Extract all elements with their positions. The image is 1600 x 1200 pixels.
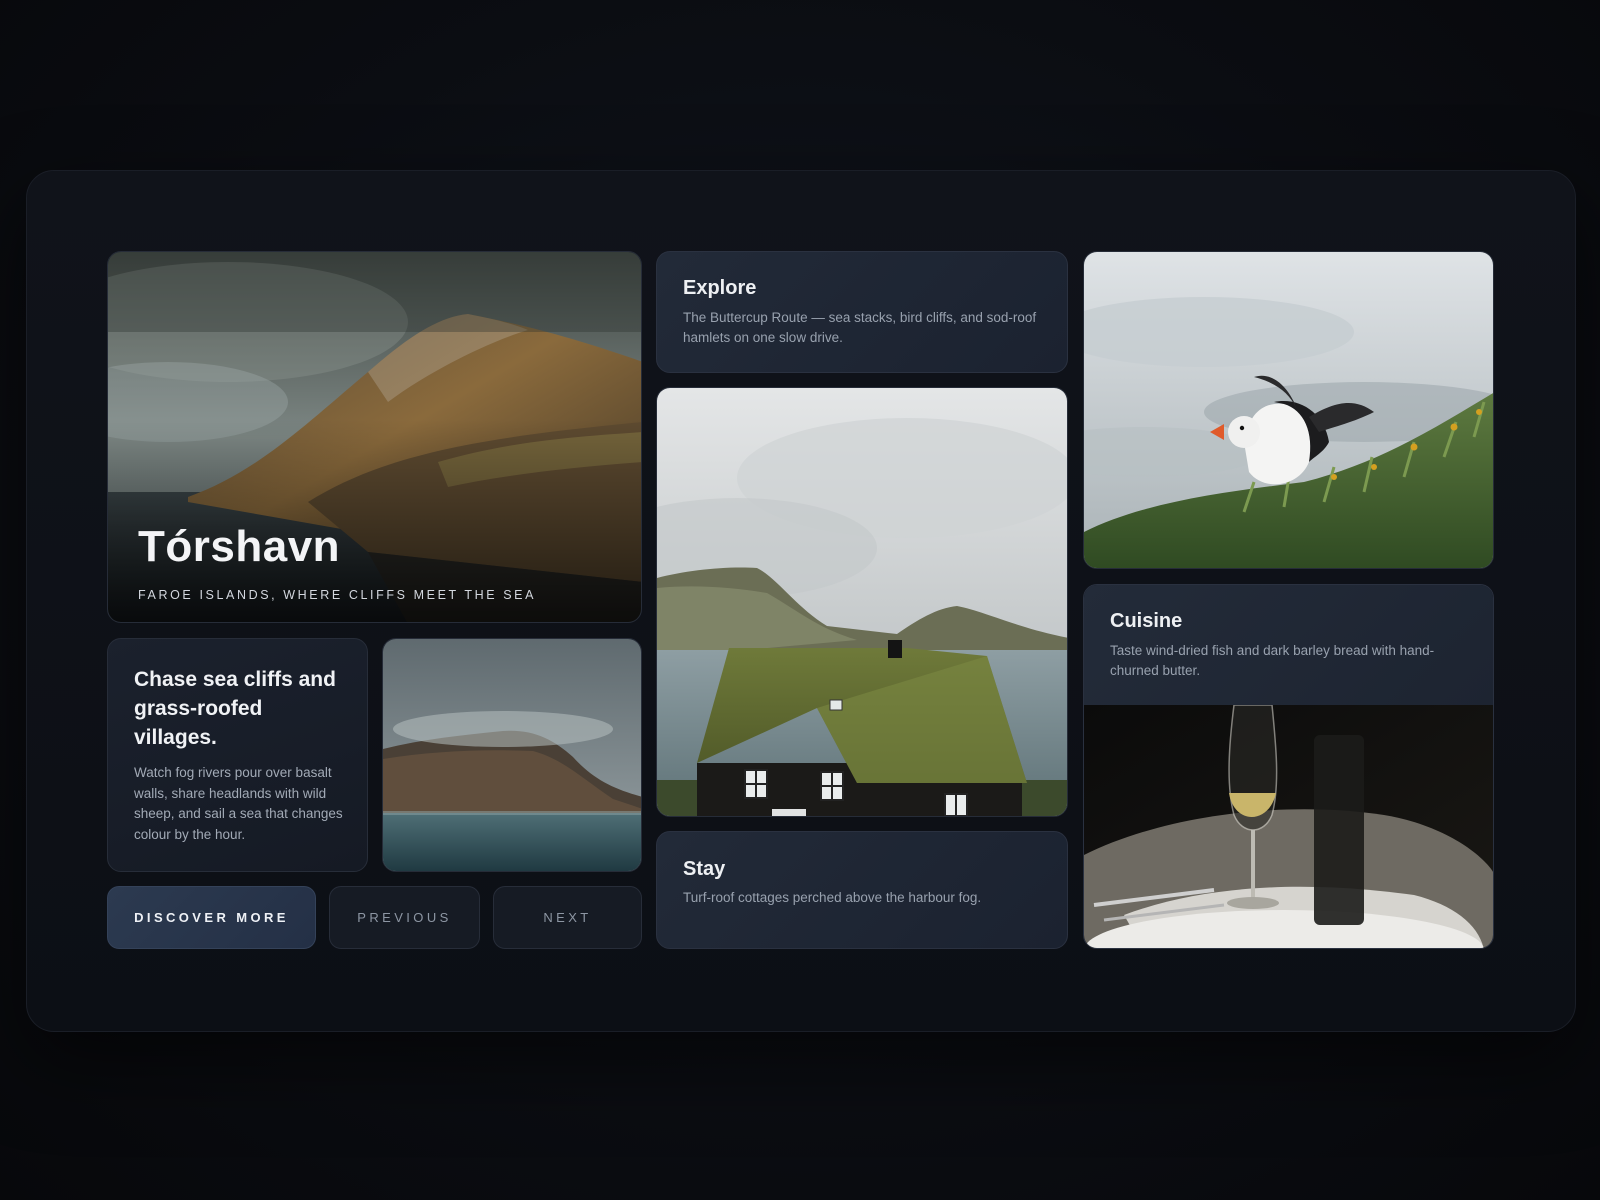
headland-card[interactable] (382, 638, 642, 872)
discover-more-button[interactable]: DISCOVER MORE (107, 886, 316, 949)
foggy-headland-image (383, 639, 641, 871)
explore-text: The Buttercup Route — sea stacks, bird c… (683, 310, 1037, 345)
cuisine-card[interactable]: Cuisine Taste wind-dried fish and dark b… (1083, 584, 1494, 949)
next-button[interactable]: NEXT (493, 886, 642, 949)
hero-title: Tórshavn (138, 522, 341, 571)
wine-glass-image (1084, 705, 1493, 948)
stay-text: Turf-roof cottages perched above the har… (683, 890, 982, 905)
intro-panel: Chase sea cliffs and grass-roofed villag… (107, 638, 368, 872)
intro-title: Chase sea cliffs and grass-roofed villag… (134, 668, 336, 749)
cottage-card[interactable] (656, 387, 1068, 817)
puffin-image (1084, 252, 1493, 568)
intro-text: Watch fog rivers pour over basalt walls,… (134, 765, 343, 842)
turf-roof-cottage-image (657, 388, 1067, 816)
hero-subtitle: FAROE ISLANDS, WHERE CLIFFS MEET THE SEA (138, 588, 537, 602)
cuisine-title: Cuisine (1110, 610, 1183, 632)
stay-panel[interactable]: Stay Turf-roof cottages perched above th… (656, 831, 1068, 949)
cuisine-text-panel: Cuisine Taste wind-dried fish and dark b… (1084, 585, 1493, 705)
hero-card[interactable]: Tórshavn FAROE ISLANDS, WHERE CLIFFS MEE… (107, 251, 642, 623)
cuisine-text: Taste wind-dried fish and dark barley br… (1110, 643, 1435, 678)
explore-panel[interactable]: Explore The Buttercup Route — sea stacks… (656, 251, 1068, 373)
previous-button[interactable]: PREVIOUS (329, 886, 480, 949)
puffin-card[interactable] (1083, 251, 1494, 569)
explore-title: Explore (683, 277, 757, 299)
stay-title: Stay (683, 858, 726, 880)
